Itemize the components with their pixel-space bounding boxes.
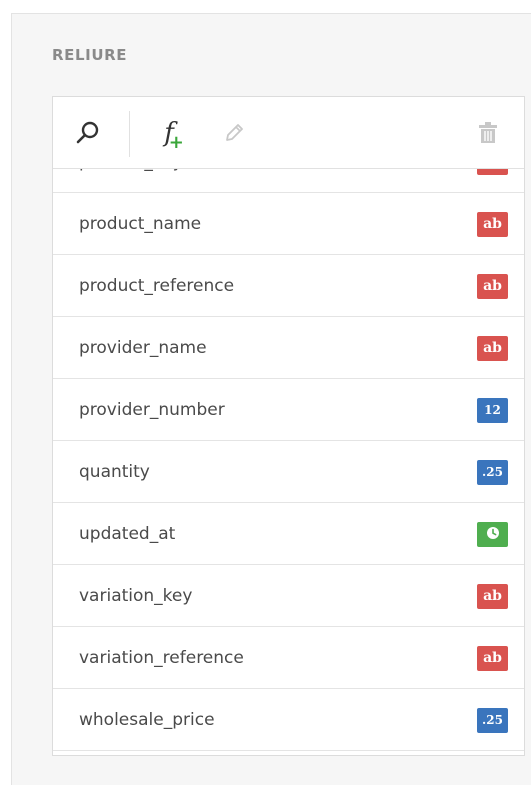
text-type-icon: ab — [477, 169, 508, 175]
add-formula-button[interactable]: f + — [149, 97, 189, 169]
search-button[interactable] — [71, 97, 105, 169]
edit-button[interactable] — [217, 97, 251, 169]
fields-list-viewport[interactable]: product_key ab product_name ab product_r… — [53, 169, 524, 755]
add-formula-icon: f + — [164, 120, 184, 152]
field-name: quantity — [79, 462, 150, 482]
field-row[interactable]: product_reference ab — [53, 255, 524, 317]
field-name: variation_reference — [79, 648, 244, 668]
field-name: product_reference — [79, 276, 235, 296]
field-row[interactable]: provider_name ab — [53, 317, 524, 379]
field-row[interactable]: product_name ab — [53, 193, 524, 255]
section-title: RELIURE — [52, 46, 128, 64]
page: RELIURE f + product_name ab product_refe… — [0, 0, 531, 785]
field-name: product_key — [79, 169, 183, 193]
field-name: product_name — [79, 214, 202, 234]
field-row[interactable]: wholesale_price .25 — [53, 689, 524, 751]
toolbar-separator — [129, 111, 130, 157]
delete-button[interactable] — [471, 97, 505, 169]
search-icon — [76, 121, 99, 144]
field-row[interactable]: variation_reference ab — [53, 627, 524, 689]
pencil-icon — [226, 124, 243, 141]
field-name: wholesale_price — [79, 710, 215, 730]
text-type-icon: ab — [477, 274, 508, 299]
date-type-icon — [477, 522, 508, 547]
integer-type-icon: 12 — [477, 398, 508, 423]
field-name: updated_at — [79, 524, 176, 544]
fields-toolbar: f + — [53, 97, 524, 169]
field-row[interactable]: product_key ab — [53, 169, 524, 193]
formula-plus: + — [168, 132, 184, 153]
field-row[interactable]: quantity .25 — [53, 441, 524, 503]
text-type-icon: ab — [477, 212, 508, 237]
field-name: provider_name — [79, 338, 207, 358]
text-type-icon: ab — [477, 336, 508, 361]
field-row[interactable]: variation_key ab — [53, 565, 524, 627]
field-name: provider_number — [79, 400, 225, 420]
field-name: variation_key — [79, 586, 193, 606]
text-type-icon: ab — [477, 646, 508, 671]
clock-icon — [486, 527, 499, 539]
field-row[interactable]: provider_number 12 — [53, 379, 524, 441]
side-panel: RELIURE f + product_name ab product_refe… — [11, 13, 531, 785]
fields-card: f + product_name ab product_reference ab… — [52, 96, 525, 756]
decimal-type-icon: .25 — [477, 460, 508, 485]
decimal-type-icon: .25 — [477, 708, 508, 733]
text-type-icon: ab — [477, 584, 508, 609]
fields-list: product_key ab product_name ab product_r… — [53, 169, 524, 751]
field-row[interactable]: updated_at — [53, 503, 524, 565]
trash-icon — [479, 122, 497, 143]
